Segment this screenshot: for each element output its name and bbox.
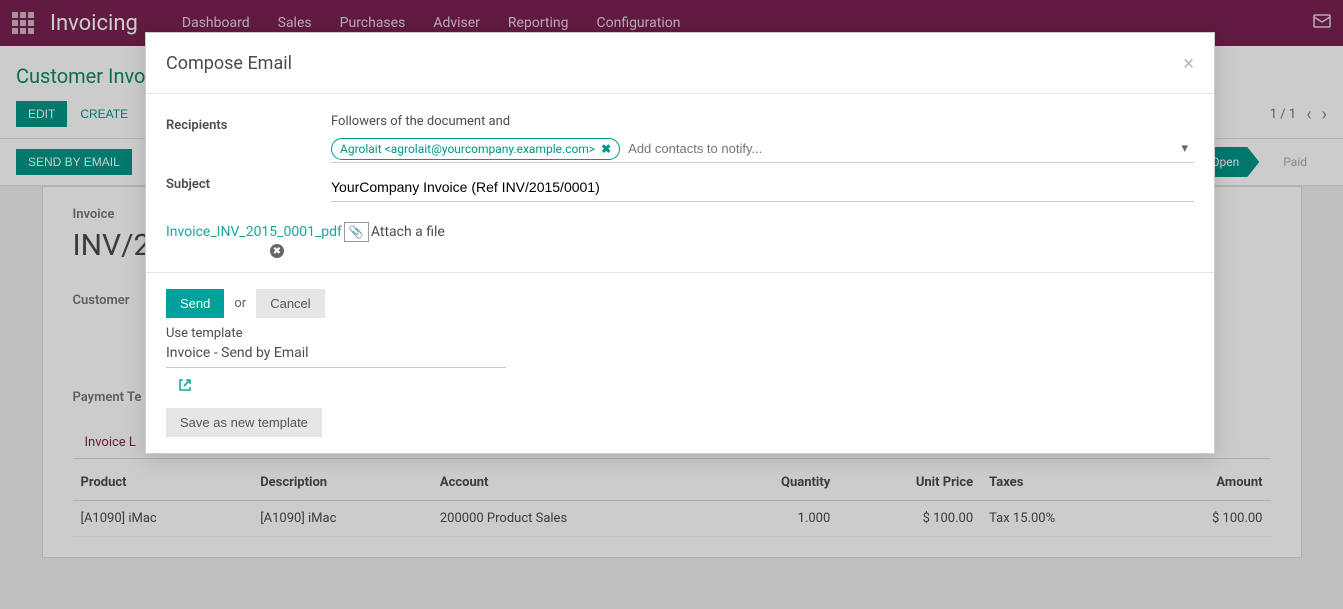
followers-text: Followers of the document and xyxy=(331,114,1194,129)
remove-recipient-icon[interactable]: ✖ xyxy=(601,142,611,156)
cancel-button[interactable]: Cancel xyxy=(256,289,324,318)
recipient-tag: Agrolait <agrolait@yourcompany.example.c… xyxy=(331,138,620,160)
close-icon[interactable]: × xyxy=(1183,51,1194,75)
compose-email-modal: Compose Email × Recipients Followers of … xyxy=(145,32,1215,454)
attach-clip-icon[interactable]: 📎 xyxy=(344,222,369,242)
subject-label: Subject xyxy=(166,173,331,192)
chevron-down-icon[interactable]: ▾ xyxy=(1181,141,1188,156)
attachment-file[interactable]: Invoice_INV_2015_0001_pdf xyxy=(166,224,342,240)
template-select[interactable]: Invoice - Send by Email xyxy=(166,345,506,368)
save-as-template-button[interactable]: Save as new template xyxy=(166,408,322,437)
send-button[interactable]: Send xyxy=(166,289,224,318)
recipients-label: Recipients xyxy=(166,114,331,133)
add-recipients-input[interactable] xyxy=(620,135,1181,162)
remove-attachment-icon[interactable]: ✖ xyxy=(270,244,284,258)
modal-title: Compose Email xyxy=(166,53,292,74)
recipient-tag-label: Agrolait <agrolait@yourcompany.example.c… xyxy=(340,142,595,156)
attach-file-label[interactable]: Attach a file xyxy=(371,224,445,240)
external-link-icon[interactable] xyxy=(178,378,192,396)
subject-input[interactable] xyxy=(331,173,1194,202)
use-template-label: Use template xyxy=(166,326,1194,341)
or-text: or xyxy=(234,296,246,311)
